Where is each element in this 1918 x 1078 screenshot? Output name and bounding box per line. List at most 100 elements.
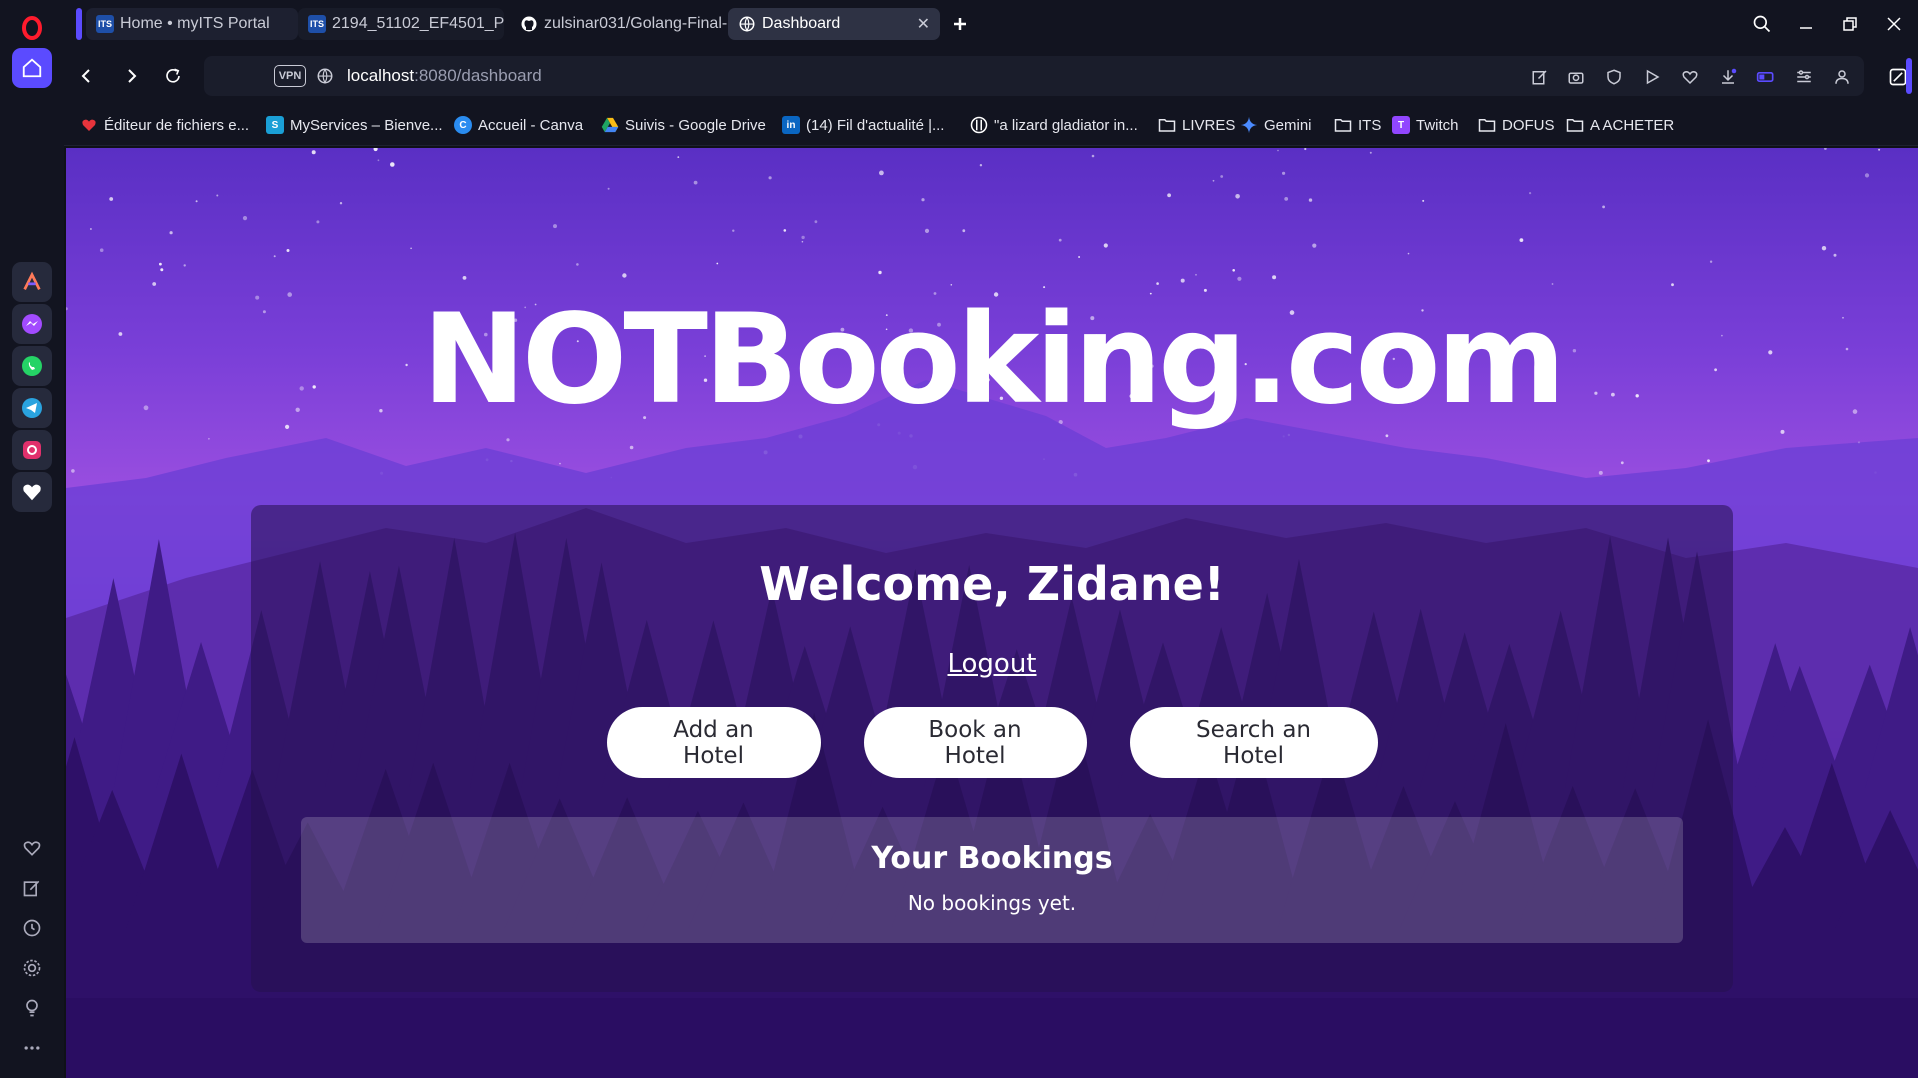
welcome-heading: Welcome, Zidane! — [759, 557, 1225, 611]
globe-icon — [738, 15, 756, 33]
back-icon[interactable] — [74, 63, 100, 89]
close-tab-icon[interactable]: ✕ — [917, 14, 930, 34]
action-buttons: Add an Hotel Book an Hotel Search an Hot… — [251, 707, 1733, 778]
messenger-icon[interactable] — [12, 304, 52, 344]
its-icon: ITS — [308, 15, 326, 33]
shield-icon[interactable] — [1602, 65, 1626, 89]
lightbulb-icon[interactable] — [20, 996, 44, 1020]
logout-link[interactable]: Logout — [947, 649, 1036, 679]
dashboard-panel: Welcome, Zidane! Logout Add an Hotel Boo… — [251, 505, 1733, 992]
battery-saver-icon[interactable] — [1754, 65, 1778, 89]
minimize-icon[interactable] — [1792, 10, 1820, 38]
favorites-heart-icon[interactable] — [20, 836, 44, 860]
bookmark-folder[interactable]: A ACHETER — [1566, 114, 1674, 136]
book-hotel-button[interactable]: Book an Hotel — [863, 707, 1087, 778]
navigation-bar: VPN localhost:8080/dashboard — [64, 48, 1918, 104]
bookmark-folder[interactable]: DOFUS — [1478, 114, 1555, 136]
home-icon[interactable] — [12, 48, 52, 88]
opera-logo-icon[interactable] — [12, 8, 52, 48]
heart-icon[interactable] — [1678, 65, 1702, 89]
red-heart-icon — [80, 116, 98, 134]
snapshot-edit-icon[interactable] — [1528, 65, 1552, 89]
opera-sidebar — [0, 0, 64, 1078]
brand-title: NOTBooking.com — [422, 288, 1566, 432]
bookmark-label: DOFUS — [1502, 116, 1555, 134]
heart-pixel-icon[interactable] — [12, 472, 52, 512]
folder-icon — [1334, 116, 1352, 134]
search-hotel-button[interactable]: Search an Hotel — [1129, 707, 1378, 778]
tab-label: 2194_51102_EF4501_Pemr — [332, 15, 504, 32]
bookmark-label: Accueil - Canva — [478, 116, 584, 134]
more-dots-icon[interactable] — [20, 1036, 44, 1060]
url-text[interactable]: localhost:8080/dashboard — [347, 66, 542, 86]
myservices-icon: S — [266, 116, 284, 134]
bookmark-label: Twitch — [1416, 116, 1459, 134]
bookmark-label: Gemini — [1264, 116, 1312, 134]
tab-search-icon[interactable] — [1748, 10, 1776, 38]
its-icon: ITS — [96, 15, 114, 33]
vpn-badge[interactable]: VPN — [274, 65, 306, 87]
bookmark-label: Éditeur de fichiers e... — [104, 116, 250, 134]
edit-icon[interactable] — [20, 876, 44, 900]
tab-course-page[interactable]: ITS 2194_51102_EF4501_Pemr — [298, 8, 504, 40]
play-icon[interactable] — [1640, 65, 1664, 89]
bookmark-item[interactable]: "a lizard gladiator in... — [970, 114, 1138, 136]
url-path: :8080/dashboard — [414, 66, 542, 85]
tab-bar: ITS Home • myITS Portal ITS 2194_51102_E… — [64, 0, 1918, 48]
new-tab-plus-icon[interactable] — [946, 10, 974, 38]
aria-icon[interactable] — [12, 262, 52, 302]
bookmark-item[interactable]: T Twitch — [1392, 114, 1459, 136]
bookmark-label: "a lizard gladiator in... — [994, 116, 1138, 134]
tab-dashboard[interactable]: Dashboard ✕ — [728, 8, 940, 40]
tab-island-marker — [76, 8, 82, 40]
bookmark-item[interactable]: in (14) Fil d'actualité |... — [782, 114, 944, 136]
instagram-icon[interactable] — [12, 430, 52, 470]
restore-icon[interactable] — [1836, 10, 1864, 38]
bookmark-label: A ACHETER — [1590, 116, 1675, 134]
folder-icon — [1158, 116, 1176, 134]
bookmark-label: Suivis - Google Drive — [625, 116, 766, 134]
folder-icon — [1566, 116, 1584, 134]
bookmarks-bar: Éditeur de fichiers e... S MyServices – … — [64, 104, 1918, 146]
site-info-globe-icon[interactable] — [316, 67, 334, 90]
tab-myits-portal[interactable]: ITS Home • myITS Portal — [86, 8, 298, 40]
whatsapp-icon[interactable] — [12, 346, 52, 386]
easy-setup-icon[interactable] — [1792, 65, 1816, 89]
reload-icon[interactable] — [160, 63, 186, 89]
download-icon[interactable] — [1716, 65, 1740, 89]
gemini-icon — [1240, 116, 1258, 134]
url-host: localhost — [347, 66, 415, 85]
bookmark-label: ITS — [1358, 116, 1382, 134]
web-page: NOTBooking.com Welcome, Zidane! Logout A… — [66, 148, 1918, 1078]
forward-icon[interactable] — [118, 63, 144, 89]
bookmark-label: MyServices – Bienve... — [290, 116, 443, 134]
github-icon — [520, 15, 538, 33]
close-window-icon[interactable] — [1880, 10, 1908, 38]
settings-gear-icon[interactable] — [20, 956, 44, 980]
bookmark-item[interactable]: C Accueil - Canva — [454, 114, 583, 136]
bookings-empty-text: No bookings yet. — [907, 891, 1077, 915]
bookmark-item[interactable]: Gemini — [1240, 114, 1312, 136]
history-clock-icon[interactable] — [20, 916, 44, 940]
bookmark-item[interactable]: Suivis - Google Drive — [601, 114, 766, 136]
canva-icon: C — [454, 116, 472, 134]
twitch-icon: T — [1392, 116, 1410, 134]
bookmark-item[interactable]: S MyServices – Bienve... — [266, 114, 443, 136]
lizard-bookmark-icon — [970, 116, 988, 134]
linkedin-icon: in — [782, 116, 800, 134]
logout-container: Logout — [251, 649, 1733, 679]
bookings-section: Your Bookings No bookings yet. — [301, 817, 1683, 943]
camera-icon[interactable] — [1564, 65, 1588, 89]
tab-label: Dashboard — [762, 15, 841, 32]
add-hotel-button[interactable]: Add an Hotel — [606, 707, 821, 778]
telegram-icon[interactable] — [12, 388, 52, 428]
tab-github[interactable]: zulsinar031/Golang-Final- — [510, 8, 730, 40]
google-drive-icon — [601, 116, 619, 134]
bookmark-item[interactable]: Éditeur de fichiers e... — [80, 114, 249, 136]
tab-label: Home • myITS Portal — [120, 15, 270, 32]
bookmark-folder[interactable]: LIVRES — [1158, 114, 1235, 136]
bookmark-label: (14) Fil d'actualité |... — [806, 116, 945, 134]
profile-icon[interactable] — [1830, 65, 1854, 89]
bookmark-label: LIVRES — [1182, 116, 1236, 134]
bookmark-folder[interactable]: ITS — [1334, 114, 1381, 136]
